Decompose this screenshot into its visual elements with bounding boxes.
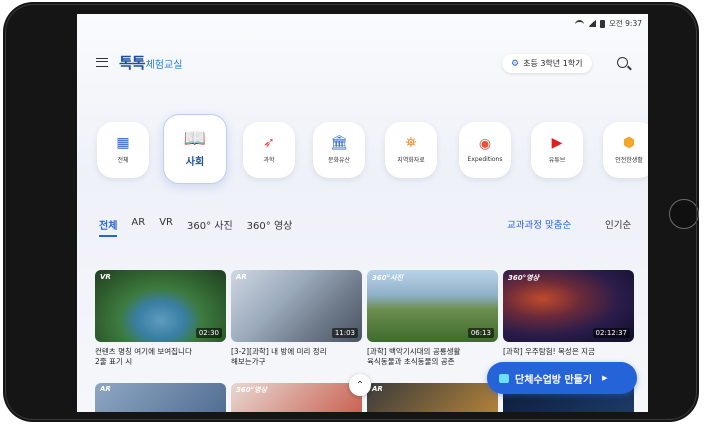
- status-time: 오전 9:37: [608, 19, 642, 28]
- menu-icon[interactable]: [96, 58, 108, 67]
- tab-ar[interactable]: AR: [131, 217, 145, 237]
- location-icon: ⬢: [622, 135, 636, 151]
- chevron-right-icon: ▶: [602, 374, 608, 382]
- category-bar: ▦ 전체 📖 사회 ➶ 과학 🏛 문화유산 ⛯ 지역화자료 ◉ Expediti: [77, 114, 648, 192]
- search-icon[interactable]: [617, 57, 628, 68]
- gear-icon: ⚙: [511, 58, 520, 69]
- video-card[interactable]: 360°영상 02:12:37 [과학] 우주탐험! 목성은 지금: [503, 270, 634, 367]
- category-expeditions[interactable]: ◉ Expeditions: [459, 122, 511, 178]
- category-safety[interactable]: ⬢ 안전한생활: [603, 122, 648, 178]
- logo-main-text: 톡톡: [119, 54, 146, 72]
- grade-label: 초등 3학년 1학기: [523, 59, 583, 68]
- home-button[interactable]: [669, 199, 699, 229]
- video-card[interactable]: AR: [95, 383, 226, 412]
- classroom-icon: [499, 373, 509, 383]
- category-local[interactable]: ⛯ 지역화자료: [385, 122, 437, 178]
- filter-tabs: 전체 AR VR 360° 사진 360° 영상: [99, 217, 292, 237]
- video-card[interactable]: 360°사진 06:13 [과학] 백악기시대의 공룡생활 육식동물과 초식동물…: [367, 270, 498, 367]
- category-heritage[interactable]: 🏛 문화유산: [313, 122, 365, 178]
- video-card[interactable]: VR 02:30 컨텐츠 명칭 여기에 보여집니다 2줄 표기 시: [95, 270, 226, 367]
- video-title: 컨텐츠 명칭 여기에 보여집니다 2줄 표기 시: [95, 347, 192, 366]
- map-person-icon: ⛯: [405, 135, 417, 151]
- book-icon: 📖: [183, 128, 207, 149]
- sort-curriculum[interactable]: 교과과정 맞춤순: [507, 217, 571, 231]
- wifi-icon: [574, 20, 584, 27]
- category-all[interactable]: ▦ 전체: [97, 122, 149, 178]
- video-thumbnail: 360°영상 02:12:37: [503, 270, 634, 342]
- status-bar: 오전 9:37: [77, 14, 648, 34]
- sort-popular[interactable]: 인기순: [605, 217, 631, 231]
- video-thumbnail: AR 11:03: [231, 270, 362, 342]
- app-screen: 오전 9:37 톡톡 체험교실 ⚙ 초등 3학년 1학기 ▦ 전체 📖 사회 ➶…: [77, 14, 648, 412]
- chevron-up-icon: ⌃: [355, 379, 365, 391]
- category-science[interactable]: ➶ 과학: [243, 122, 295, 178]
- tab-360-video[interactable]: 360° 영상: [247, 217, 293, 237]
- tab-vr[interactable]: VR: [159, 217, 173, 237]
- category-youtube[interactable]: ▶ 유튜브: [531, 122, 583, 178]
- tab-all[interactable]: 전체: [99, 217, 117, 237]
- video-thumbnail: 360°사진 06:13: [367, 270, 498, 342]
- app-logo[interactable]: 톡톡 체험교실: [119, 52, 182, 73]
- grid-icon: ▦: [116, 135, 130, 151]
- video-thumbnail: VR 02:30: [95, 270, 226, 342]
- logo-sub-text: 체험교실: [145, 60, 183, 71]
- compass-icon: ◉: [478, 136, 492, 152]
- signal-icon: [587, 20, 596, 27]
- video-title: [3-2][과학] 내 방에 미리 정리 해보는가구: [231, 347, 327, 366]
- battery-icon: [599, 19, 605, 28]
- grade-selector[interactable]: ⚙ 초등 3학년 1학기: [502, 54, 592, 73]
- video-card[interactable]: AR: [367, 383, 498, 412]
- scroll-top-button[interactable]: ⌃: [349, 374, 371, 396]
- tab-360-photo[interactable]: 360° 사진: [187, 217, 233, 237]
- category-social[interactable]: 📖 사회: [163, 114, 227, 184]
- tablet-frame: 오전 9:37 톡톡 체험교실 ⚙ 초등 3학년 1학기 ▦ 전체 📖 사회 ➶…: [3, 2, 699, 422]
- rocket-icon: ➶: [263, 135, 275, 151]
- video-card[interactable]: AR 11:03 [3-2][과학] 내 방에 미리 정리 해보는가구: [231, 270, 362, 367]
- youtube-icon: ▶: [551, 135, 563, 151]
- video-title: [과학] 백악기시대의 공룡생활 육식동물과 초식동물의 공존: [367, 347, 461, 366]
- museum-icon: 🏛: [330, 135, 348, 151]
- app-header: 톡톡 체험교실 ⚙ 초등 3학년 1학기: [77, 44, 648, 78]
- video-card[interactable]: 360°영상: [231, 383, 362, 412]
- create-class-room-button[interactable]: 단체수업방 만들기 ▶: [487, 362, 637, 394]
- create-class-label: 단체수업방 만들기: [515, 374, 593, 386]
